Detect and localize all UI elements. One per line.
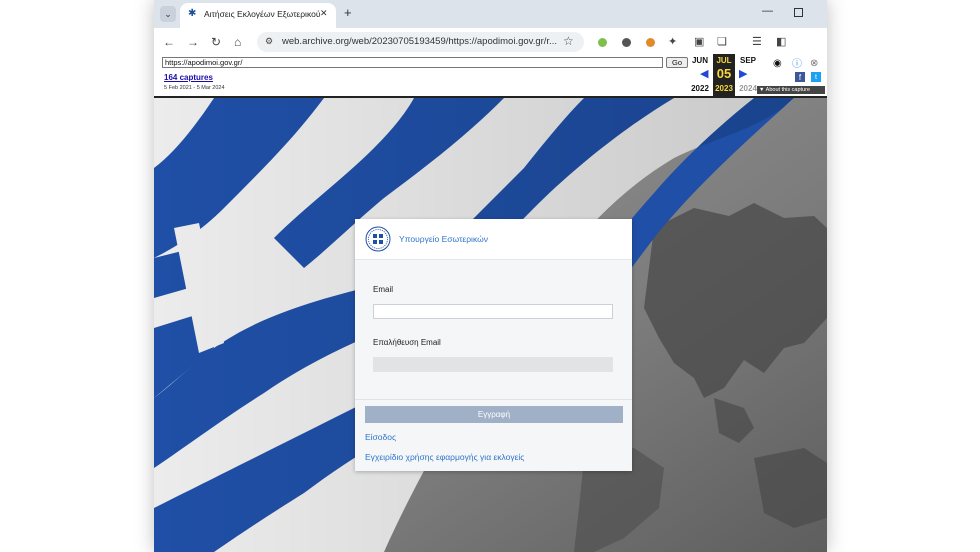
register-button[interactable]: Εγγραφή (365, 406, 623, 423)
reload-icon[interactable]: ↻ (211, 35, 221, 49)
month-current: JUL (716, 56, 732, 65)
email-input[interactable] (373, 304, 613, 319)
back-icon[interactable]: ← (163, 35, 175, 49)
tab-strip: ⌄ ✱ Αιτήσεις Εκλογέων Εξωτερικού ✕ + — (154, 0, 827, 28)
capture-day: 05 (713, 65, 735, 82)
facebook-icon[interactable]: f (795, 72, 805, 82)
login-link[interactable]: Είσοδος (365, 432, 396, 442)
help-icon[interactable]: ⓘ (792, 59, 802, 70)
home-icon[interactable]: ⌂ (234, 35, 241, 49)
registration-card: Υπουργείο Εσωτερικών Email Επαλήθευση Em… (355, 219, 632, 471)
bookmark-star-icon[interactable]: ☆ (563, 34, 574, 48)
year-prev[interactable]: 2022 (687, 84, 713, 93)
address-url[interactable]: web.archive.org/web/20230705193459/https… (282, 36, 557, 47)
captures-link[interactable]: 164 captures (164, 73, 213, 82)
month-prev[interactable]: JUN (687, 56, 713, 65)
seal-icon: ✱ (188, 8, 197, 19)
browser-window: ⌄ ✱ Αιτήσεις Εκλογέων Εξωτερικού ✕ + — ←… (154, 0, 827, 552)
confirm-email-label: Επαλήθευση Email (373, 338, 441, 347)
close-icon[interactable]: ✕ (320, 8, 328, 19)
maximize-button[interactable] (794, 8, 803, 17)
tab-title: Αιτήσεις Εκλογέων Εξωτερικού (204, 9, 321, 19)
new-tab-button[interactable]: + (344, 6, 352, 20)
prev-capture-arrow-icon[interactable]: ◀ (700, 67, 708, 80)
extension-bird-icon[interactable]: ✦ (668, 35, 677, 49)
wayback-go-button[interactable]: Go (666, 57, 688, 68)
extension-cookie-icon[interactable] (646, 38, 655, 47)
extension-green-icon[interactable] (598, 38, 607, 47)
camera-icon[interactable]: ▣ (694, 35, 704, 49)
minimize-button[interactable]: — (762, 5, 773, 17)
extension-gear-icon[interactable] (622, 38, 631, 47)
user-account-icon[interactable]: ◉ (773, 58, 782, 69)
ministry-name: Υπουργείο Εσωτερικών (399, 234, 488, 244)
address-bar[interactable]: ⚙ web.archive.org/web/20230705193459/htt… (257, 32, 584, 52)
tab-search-button[interactable]: ⌄ (160, 6, 176, 22)
divider (355, 399, 632, 400)
forward-icon[interactable]: → (187, 35, 199, 49)
year-current: 2023 (715, 84, 733, 93)
active-tab[interactable]: ✱ Αιτήσεις Εκλογέων Εξωτερικού ✕ (180, 3, 336, 28)
wayback-url-input[interactable]: https://apodimoi.gov.gr/ (162, 57, 663, 68)
next-capture-arrow-icon[interactable]: ▶ (739, 67, 747, 80)
user-manual-link[interactable]: Εγχειρίδιο χρήσης εφαρμογής για εκλογείς (365, 452, 524, 462)
browser-toolbar: ← → ↻ ⌂ ⚙ web.archive.org/web/2023070519… (154, 28, 827, 57)
card-header: Υπουργείο Εσωτερικών (355, 219, 632, 260)
email-label: Email (373, 285, 394, 294)
close-wayback-icon[interactable]: ⊗ (810, 58, 818, 69)
extensions-puzzle-icon[interactable]: ❏ (717, 35, 727, 49)
page-content: Υπουργείο Εσωτερικών Email Επαλήθευση Em… (154, 98, 827, 552)
captures-date-range: 5 Feb 2021 - 5 Mar 2024 (164, 85, 225, 91)
confirm-email-input[interactable] (373, 357, 613, 372)
wayback-toolbar: https://apodimoi.gov.gr/ Go 164 captures… (154, 54, 827, 98)
month-next[interactable]: SEP (735, 56, 761, 65)
about-capture-button[interactable]: ▼ About this capture (757, 86, 825, 94)
site-info-icon[interactable]: ⚙ (265, 36, 273, 47)
media-queue-icon[interactable]: ☰ (752, 35, 762, 49)
side-panel-icon[interactable]: ◧ (776, 35, 786, 49)
greek-coat-of-arms-logo (365, 226, 391, 252)
twitter-icon[interactable]: t (811, 72, 821, 82)
